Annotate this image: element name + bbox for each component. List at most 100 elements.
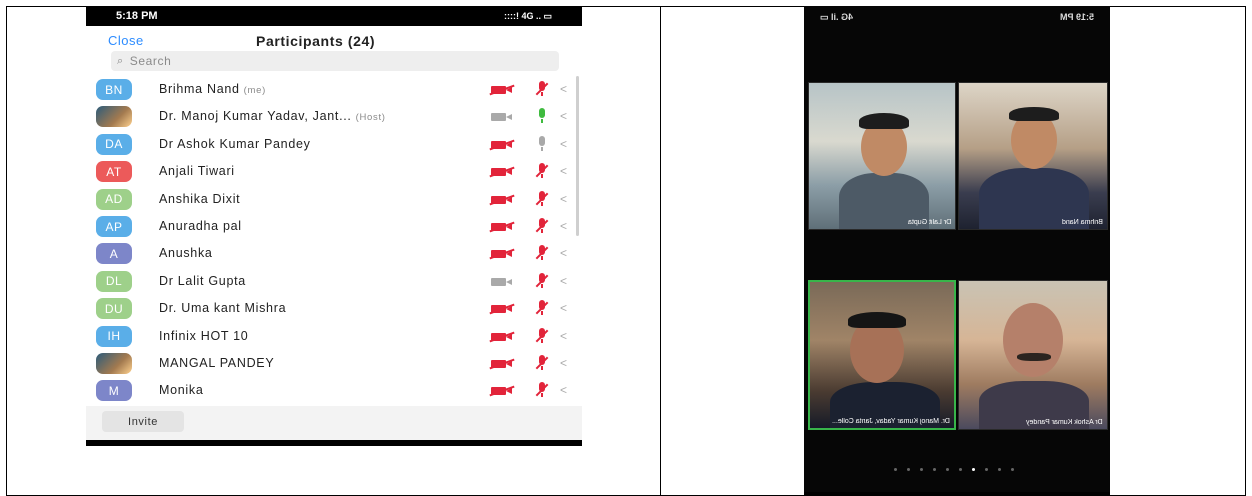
video-on-icon[interactable] (491, 112, 513, 122)
mic-icon[interactable] (535, 135, 549, 153)
mic-muted-icon[interactable] (535, 190, 549, 208)
avatar: DU (96, 298, 132, 320)
video-off-icon[interactable] (491, 386, 513, 396)
participant-name-text: Anjali Tiwari (159, 164, 235, 179)
scrollbar[interactable] (576, 76, 579, 236)
video-off-icon[interactable] (491, 140, 513, 149)
video-gallery-screen: 5:19 PM 4G .il ▭ Dr Lalit Gupta Brihma N… (804, 6, 1110, 492)
video-tile[interactable]: Dr Ashok Kumar Pandey (958, 280, 1108, 430)
video-tile-label: Dr. Manoj Kumar Yadav, Janta Colle... (832, 418, 950, 425)
chevron-icon: < (560, 273, 568, 288)
mic-muted-icon[interactable] (535, 382, 549, 399)
status-bar: 5:18 PM ::::! 4G .. ▭ (86, 6, 582, 26)
nav-bar (86, 440, 582, 446)
participant-name-text: Anshika Dixit (159, 191, 241, 206)
avatar: DA (96, 133, 132, 155)
chevron-icon: < (560, 328, 568, 343)
participant-row[interactable]: DA Dr Ashok Kumar Pandey < (86, 131, 582, 158)
participant-row[interactable]: IH Infinix HOT 10 < (86, 323, 582, 350)
search-icon: ⌕ (117, 54, 124, 67)
search-input[interactable]: ⌕ Search (111, 51, 559, 71)
mic-muted-icon[interactable] (535, 163, 549, 180)
mic-muted-icon[interactable] (535, 355, 549, 372)
participant-name: Dr Lalit Gupta (159, 274, 250, 288)
video-off-icon[interactable] (491, 332, 513, 341)
video-tile[interactable]: Brihma Nand (958, 82, 1108, 230)
mic-muted-icon[interactable] (535, 327, 549, 345)
participant-name: Anushka (159, 246, 217, 260)
participant-name-text: MANGAL PANDEY (159, 356, 275, 370)
document-frame: 5:18 PM ::::! 4G .. ▭ Close Participants… (0, 0, 1252, 496)
participant-name-text: Dr Ashok Kumar Pandey (159, 136, 311, 151)
video-off-icon[interactable] (491, 359, 513, 368)
participant-row[interactable]: M Monika < (86, 377, 582, 404)
mic-muted-icon[interactable] (535, 218, 549, 235)
participant-name: Anjali Tiwari (159, 164, 239, 178)
mic-muted-icon[interactable] (535, 81, 549, 98)
video-off-icon[interactable] (491, 304, 513, 314)
participant-name-text: Dr Lalit Gupta (159, 273, 246, 288)
participant-name: Dr Ashok Kumar Pandey (159, 137, 315, 151)
participant-row[interactable]: DL Dr Lalit Gupta < (86, 268, 582, 295)
chevron-icon: < (560, 136, 568, 151)
participant-row[interactable]: BN Brihma Nand (me) < (86, 76, 582, 103)
participant-name: MANGAL PANDEY (159, 356, 278, 370)
mic-icon[interactable] (535, 108, 549, 125)
participant-row[interactable]: MANGAL PANDEY < (86, 350, 582, 377)
avatar: AT (96, 161, 132, 183)
table-divider (660, 6, 661, 496)
chevron-icon: < (560, 164, 568, 179)
participants-screen: 5:18 PM ::::! 4G .. ▭ Close Participants… (86, 6, 582, 446)
participant-name: Monika (159, 383, 208, 397)
video-off-icon[interactable] (491, 85, 513, 94)
participant-row[interactable]: DU Dr. Uma kant Mishra < (86, 295, 582, 322)
participant-row[interactable]: AD Anshika Dixit < (86, 186, 582, 213)
participant-role-tag: (me) (243, 85, 266, 96)
avatar (96, 106, 132, 128)
status-time: 5:19 PM (1059, 12, 1094, 22)
avatar: DL (96, 270, 132, 292)
search-placeholder: Search (129, 54, 172, 68)
mic-muted-icon[interactable] (535, 245, 549, 262)
video-tile[interactable]: Dr Lalit Gupta (808, 82, 956, 230)
status-bar-mirrored: 5:19 PM 4G .il ▭ (804, 6, 1110, 28)
chevron-icon: < (560, 301, 568, 316)
chevron-icon: < (560, 109, 568, 124)
status-network: ::::! 4G .. ▭ (504, 10, 552, 21)
participant-row[interactable]: AP Anuradha pal < (86, 213, 582, 240)
page-indicator[interactable] (894, 468, 1014, 471)
nav-bar (804, 492, 1110, 496)
invite-button[interactable]: Invite (102, 411, 184, 432)
invite-bar: Invite (86, 406, 582, 440)
participant-name-text: Dr. Uma kant Mishra (159, 301, 287, 316)
avatar: BN (96, 79, 132, 100)
video-off-icon[interactable] (491, 249, 513, 259)
video-tile-label: Brihma Nand (1062, 219, 1103, 226)
participant-name: Anshika Dixit (159, 192, 244, 206)
video-off-icon[interactable] (491, 167, 513, 177)
page-title: Participants (24) (256, 33, 376, 49)
status-network: 4G .il ▭ (820, 11, 854, 22)
participant-row[interactable]: Dr. Manoj Kumar Yadav, Jant... (Host) < (86, 103, 582, 130)
participant-row[interactable]: A Anushka < (86, 240, 582, 267)
video-off-icon[interactable] (491, 195, 513, 204)
video-tile-active-speaker[interactable]: Dr. Manoj Kumar Yadav, Janta Colle... (808, 280, 956, 430)
video-tile-label: Dr Lalit Gupta (907, 219, 951, 226)
chevron-icon: < (560, 219, 568, 233)
avatar (96, 353, 132, 374)
participant-name-text: Infinix HOT 10 (159, 328, 249, 343)
chevron-icon: < (560, 356, 568, 370)
chevron-icon: < (560, 246, 568, 261)
video-off-icon[interactable] (491, 222, 513, 231)
participant-name-text: Monika (159, 383, 204, 398)
mic-muted-icon[interactable] (535, 300, 549, 317)
participant-name-text: Anuradha pal (159, 219, 242, 233)
participant-name-text: Anushka (159, 246, 213, 261)
participant-name: Anuradha pal (159, 219, 246, 233)
avatar: M (96, 380, 132, 402)
video-on-icon[interactable] (491, 277, 513, 286)
close-button[interactable]: Close (108, 33, 144, 48)
participant-row[interactable]: AT Anjali Tiwari < (86, 158, 582, 185)
mic-muted-icon[interactable] (535, 272, 549, 290)
avatar: AP (96, 216, 132, 237)
